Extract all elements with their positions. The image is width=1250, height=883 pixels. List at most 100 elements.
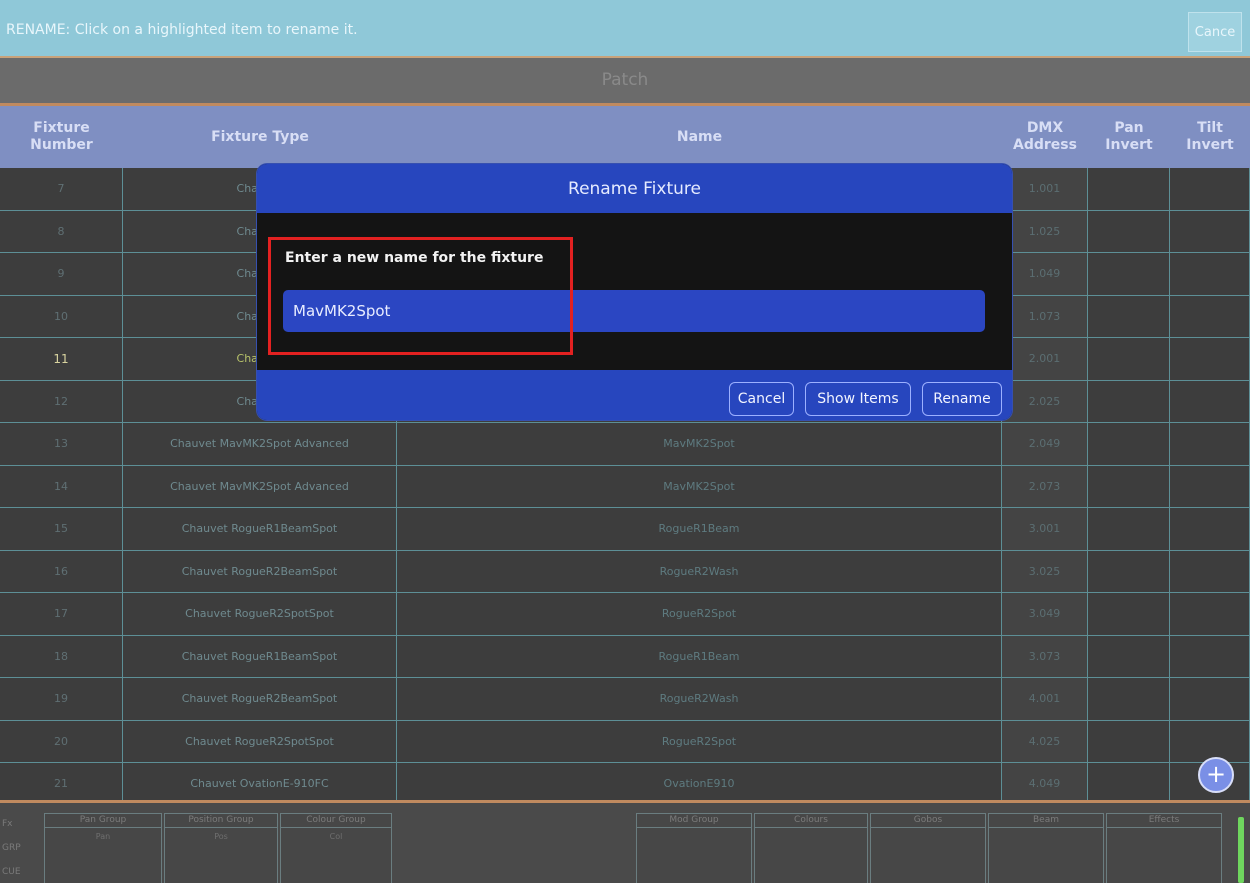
fixture-type-cell[interactable]: Chauvet MavMK2Spot Advanced [123,465,397,507]
fixture-number-cell[interactable]: 18 [0,635,123,677]
header-fixture-number[interactable]: Fixture Number [0,106,123,168]
fixture-type-cell[interactable]: Chauvet RogueR2SpotSpot [123,593,397,635]
dmx-address-cell[interactable]: 4.025 [1002,720,1088,762]
table-row[interactable]: 13 Chauvet MavMK2Spot Advanced MavMK2Spot 2… [0,423,1250,466]
tilt-invert-cell[interactable] [1170,550,1250,592]
pan-invert-cell[interactable] [1088,508,1170,550]
fixture-number-cell[interactable]: 7 [0,168,123,210]
fixture-number-cell[interactable]: 19 [0,678,123,720]
dmx-address-cell[interactable]: 2.025 [1002,380,1088,422]
tilt-invert-cell[interactable] [1170,338,1250,380]
pan-invert-cell[interactable] [1088,380,1170,422]
cancel-button[interactable]: Cancel [729,382,794,416]
tilt-invert-cell[interactable] [1170,210,1250,252]
fixture-number-cell[interactable]: 12 [0,380,123,422]
dmx-address-cell[interactable]: 1.073 [1002,295,1088,337]
fixture-number-cell[interactable]: 21 [0,763,123,805]
fixture-name-cell[interactable]: RogueR2Spot [397,593,1002,635]
fixture-type-cell[interactable]: Chauvet RogueR2BeamSpot [123,550,397,592]
fixture-name-cell[interactable]: RogueR1Beam [397,508,1002,550]
pan-invert-cell[interactable] [1088,465,1170,507]
dmx-address-cell[interactable]: 3.073 [1002,635,1088,677]
pan-invert-cell[interactable] [1088,210,1170,252]
dmx-address-cell[interactable]: 3.001 [1002,508,1088,550]
pan-invert-cell[interactable] [1088,678,1170,720]
rename-button[interactable]: Rename [922,382,1002,416]
dmx-address-cell[interactable]: 3.049 [1002,593,1088,635]
tilt-invert-cell[interactable] [1170,678,1250,720]
table-row[interactable]: 14 Chauvet MavMK2Spot Advanced MavMK2Spot 2… [0,465,1250,508]
pan-invert-cell[interactable] [1088,423,1170,465]
fixture-name-cell[interactable]: OvationE910 [397,763,1002,805]
tilt-invert-cell[interactable] [1170,423,1250,465]
header-fixture-type[interactable]: Fixture Type [123,106,397,168]
pan-invert-cell[interactable] [1088,168,1170,210]
fixture-name-input[interactable]: MavMK2Spot [283,290,985,332]
fixture-type-cell[interactable]: Chauvet RogueR1BeamSpot [123,635,397,677]
add-fixture-button[interactable]: + [1198,757,1234,793]
tilt-invert-cell[interactable] [1170,465,1250,507]
palette-slot[interactable]: Position Group Pos [164,813,278,883]
dmx-address-cell[interactable]: 1.049 [1002,253,1088,295]
palette-slot[interactable]: Mod Group [636,813,752,883]
fixture-type-cell[interactable]: Chauvet RogueR2BeamSpot [123,678,397,720]
tilt-invert-cell[interactable] [1170,635,1250,677]
fixture-name-cell[interactable]: RogueR2Wash [397,678,1002,720]
tilt-invert-cell[interactable] [1170,593,1250,635]
palette-slot[interactable]: Colour Group Col [280,813,392,883]
fixture-type-cell[interactable]: Chauvet RogueR1BeamSpot [123,508,397,550]
dmx-address-cell[interactable]: 1.001 [1002,168,1088,210]
palette-slot[interactable]: Colours [754,813,868,883]
fixture-name-cell[interactable]: RogueR2Spot [397,720,1002,762]
fixture-name-cell[interactable]: MavMK2Spot [397,423,1002,465]
pan-invert-cell[interactable] [1088,338,1170,380]
header-dmx-address[interactable]: DMX Address [1002,106,1088,168]
fixture-type-cell[interactable]: Chauvet MavMK2Spot Advanced [123,423,397,465]
table-row[interactable]: 17 Chauvet RogueR2SpotSpot RogueR2Spot 3.04… [0,593,1250,636]
fixture-number-cell[interactable]: 9 [0,253,123,295]
dmx-address-cell[interactable]: 2.049 [1002,423,1088,465]
table-row[interactable]: 18 Chauvet RogueR1BeamSpot RogueR1Beam 3.07… [0,635,1250,678]
table-row[interactable]: 19 Chauvet RogueR2BeamSpot RogueR2Wash 4.00… [0,678,1250,721]
fixture-type-cell[interactable]: Chauvet RogueR2SpotSpot [123,720,397,762]
fixture-name-cell[interactable]: RogueR1Beam [397,635,1002,677]
dmx-address-cell[interactable]: 1.025 [1002,210,1088,252]
pan-invert-cell[interactable] [1088,295,1170,337]
fixture-number-cell[interactable]: 11 [0,338,123,380]
fixture-number-cell[interactable]: 15 [0,508,123,550]
palette-slot[interactable]: Effects [1106,813,1222,883]
tilt-invert-cell[interactable] [1170,168,1250,210]
fixture-number-cell[interactable]: 10 [0,295,123,337]
fixture-number-cell[interactable]: 20 [0,720,123,762]
fixture-number-cell[interactable]: 16 [0,550,123,592]
fixture-number-cell[interactable]: 13 [0,423,123,465]
dmx-address-cell[interactable]: 4.001 [1002,678,1088,720]
dmx-address-cell[interactable]: 3.025 [1002,550,1088,592]
pan-invert-cell[interactable] [1088,635,1170,677]
tilt-invert-cell[interactable] [1170,508,1250,550]
header-tilt-invert[interactable]: Tilt Invert [1170,106,1250,168]
fixture-type-cell[interactable]: Chauvet OvationE-910FC [123,763,397,805]
palette-slot[interactable]: Pan Group Pan [44,813,162,883]
pan-invert-cell[interactable] [1088,253,1170,295]
show-items-button[interactable]: Show Items [805,382,911,416]
fixture-number-cell[interactable]: 14 [0,465,123,507]
palette-slot[interactable]: Gobos [870,813,986,883]
tilt-invert-cell[interactable] [1170,295,1250,337]
pan-invert-cell[interactable] [1088,763,1170,805]
fixture-name-cell[interactable]: MavMK2Spot [397,465,1002,507]
dmx-address-cell[interactable]: 2.001 [1002,338,1088,380]
fixture-number-cell[interactable]: 8 [0,210,123,252]
pan-invert-cell[interactable] [1088,593,1170,635]
table-row[interactable]: 16 Chauvet RogueR2BeamSpot RogueR2Wash 3.02… [0,550,1250,593]
table-row[interactable]: 20 Chauvet RogueR2SpotSpot RogueR2Spot 4.02… [0,720,1250,763]
palette-slot[interactable]: Beam [988,813,1104,883]
pan-invert-cell[interactable] [1088,550,1170,592]
dmx-address-cell[interactable]: 2.073 [1002,465,1088,507]
tilt-invert-cell[interactable] [1170,380,1250,422]
fixture-name-cell[interactable]: RogueR2Wash [397,550,1002,592]
dmx-address-cell[interactable]: 4.049 [1002,763,1088,805]
header-name[interactable]: Name [397,106,1002,168]
fixture-number-cell[interactable]: 17 [0,593,123,635]
top-cancel-button[interactable]: Cance [1188,12,1242,52]
